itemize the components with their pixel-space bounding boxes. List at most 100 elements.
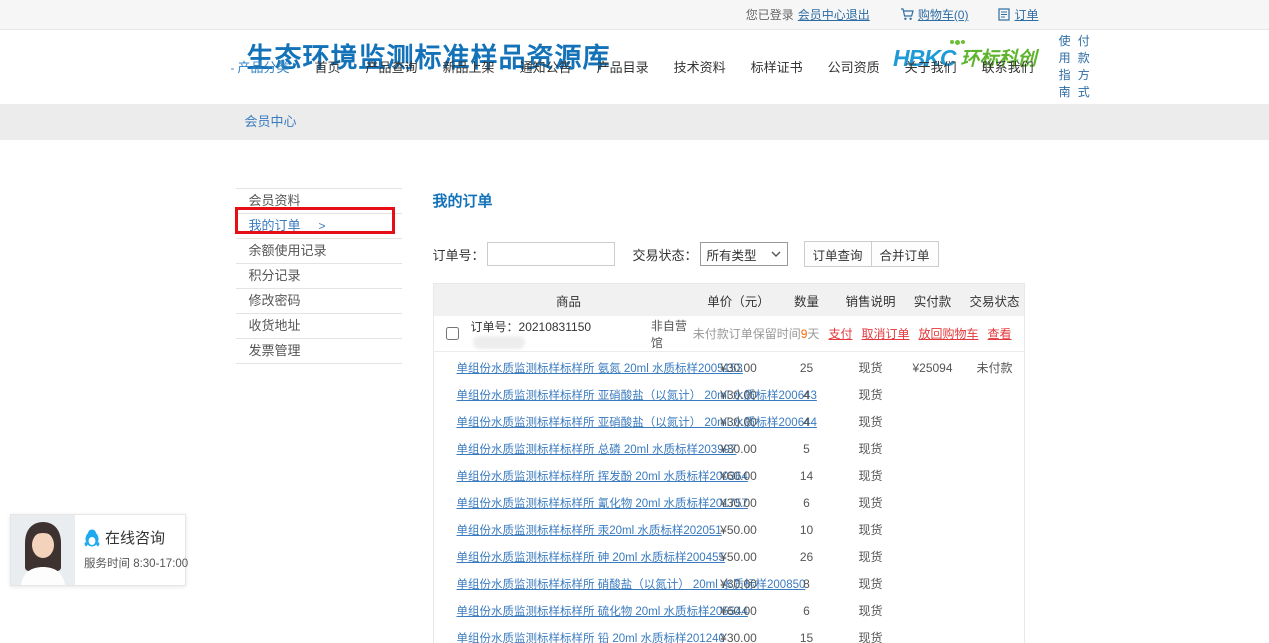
cart-group[interactable]: 购物车(0) bbox=[900, 6, 969, 23]
nav-right-link-1[interactable]: 使用指南 bbox=[1059, 32, 1071, 100]
order-action-4[interactable]: 查看 bbox=[987, 325, 1011, 342]
qty-cell: 6 bbox=[774, 604, 840, 618]
qty-cell: 4 bbox=[774, 388, 840, 402]
online-chat-widget[interactable]: 在线咨询 服务时间 8:30-17:00 bbox=[10, 514, 186, 586]
product-cell: 单组份水质监测标样标样所 硝酸盐（以氮计） 20ml 水质标样200850 bbox=[434, 576, 704, 592]
product-link[interactable]: 单组份水质监测标样标样所 砷 20ml 水质标样200455 bbox=[457, 552, 725, 564]
order-list-icon bbox=[998, 8, 1010, 21]
product-cell: 单组份水质监测标样标样所 亚硝酸盐（以氮计） 20ml 水质标样200644 bbox=[434, 414, 704, 430]
nav-bullet: - bbox=[231, 61, 235, 75]
nav-item-4[interactable]: 新品上架 bbox=[443, 57, 495, 76]
nav-item-7[interactable]: 技术资料 bbox=[674, 57, 726, 76]
sales-note-cell: 现货 bbox=[840, 386, 902, 403]
status-select[interactable]: 所有类型 bbox=[700, 242, 788, 266]
main-nav: -产品分类 首页 产品查询 新品上架 通知公告 产品目录 技术资料 标样证书 公司资质 关于我们 联… bbox=[231, 32, 1039, 100]
status-cell: 未付款 bbox=[964, 359, 1026, 376]
cart-icon bbox=[900, 8, 914, 21]
status-label: 交易状态： bbox=[633, 245, 698, 264]
order-action-1[interactable]: 支付 bbox=[828, 325, 852, 342]
order-no-label: 订单号： bbox=[433, 245, 485, 264]
product-link[interactable]: 单组份水质监测标样标样所 汞20ml 水质标样202051 bbox=[457, 525, 722, 537]
product-cell: 单组份水质监测标样标样所 汞20ml 水质标样202051 bbox=[434, 522, 704, 538]
order-filter-bar: 订单号： 交易状态： 所有类型 订单查询 合并订单 bbox=[433, 241, 1025, 267]
nav-item-9[interactable]: 公司资质 bbox=[828, 57, 880, 76]
keep-note: 未付款订单保留时间9天 bbox=[693, 325, 820, 342]
order-select-checkbox[interactable] bbox=[446, 327, 459, 340]
sales-note-cell: 现货 bbox=[840, 548, 902, 565]
content-area: 会员资料我的订单>余额使用记录积分记录修改密码收货地址发票管理 我的订单 订单号… bbox=[0, 140, 1269, 643]
nav-item-11[interactable]: 联系我们 bbox=[982, 57, 1034, 76]
nav-right-link-2[interactable]: 付款方式 bbox=[1078, 32, 1090, 100]
nav-item-5[interactable]: 通知公告 bbox=[520, 57, 572, 76]
chat-title[interactable]: 在线咨询 bbox=[105, 527, 165, 548]
order-no-input[interactable] bbox=[487, 242, 615, 266]
top-utility-bar: 您已登录 会员中心退出 购物车(0) 订单 bbox=[0, 0, 1269, 30]
price-cell: ¥30.00 bbox=[704, 415, 774, 429]
table-header-col-5: 实付款 bbox=[902, 291, 964, 310]
order-items: 单组份水质监测标样标样所 氨氮 20ml 水质标样2005153¥30.0025… bbox=[434, 352, 1024, 643]
nav-item-3[interactable]: 产品查询 bbox=[366, 57, 418, 76]
table-header-col-3: 数量 bbox=[774, 291, 840, 310]
nav-right-links: 使用指南付款方式 bbox=[1059, 32, 1090, 100]
status-select-value: 所有类型 bbox=[707, 245, 757, 264]
nav-item-10[interactable]: 关于我们 bbox=[905, 57, 957, 76]
sales-note-cell: 现货 bbox=[840, 467, 902, 484]
orders-panel: 我的订单 订单号： 交易状态： 所有类型 订单查询 合并订单 商品单价（元）数量… bbox=[433, 190, 1025, 643]
member-center-logout-link[interactable]: 会员中心退出 bbox=[798, 6, 870, 23]
table-header-col-1: 商品 bbox=[434, 291, 704, 310]
order-action-3[interactable]: 放回购物车 bbox=[918, 325, 978, 342]
login-status-group: 您已登录 会员中心退出 bbox=[746, 6, 870, 23]
nav-item-6[interactable]: 产品目录 bbox=[597, 57, 649, 76]
nav-item-2[interactable]: 首页 bbox=[315, 57, 341, 76]
order-actions: 未付款订单保留时间9天 支付取消订单放回购物车查看 bbox=[693, 325, 1012, 342]
product-cell: 单组份水质监测标样标样所 总磷 20ml 水质标样203997 bbox=[434, 441, 704, 457]
cart-link[interactable]: 购物车(0) bbox=[918, 6, 969, 23]
sidebar-item-arrow: > bbox=[319, 219, 326, 233]
main-nav-items: -产品分类 首页 产品查询 新品上架 通知公告 产品目录 技术资料 标样证书 公司资质 关于我们 联… bbox=[231, 57, 1059, 76]
product-link[interactable]: 单组份水质监测标样标样所 总磷 20ml 水质标样203997 bbox=[457, 444, 737, 456]
sidebar-item-5[interactable]: 修改密码 bbox=[236, 289, 402, 314]
qty-cell: 6 bbox=[774, 496, 840, 510]
store-tag: 非自营馆 bbox=[651, 317, 693, 351]
table-header-col-6: 交易状态 bbox=[964, 291, 1026, 310]
paid-cell: ¥25094 bbox=[902, 361, 964, 375]
orders-table-header: 商品单价（元）数量销售说明实付款交易状态 bbox=[434, 284, 1024, 316]
sales-note-cell: 现货 bbox=[840, 494, 902, 511]
table-row: 单组份水质监测标样标样所 铅 20ml 水质标样201240¥30.0015现货 bbox=[434, 624, 1024, 643]
login-status-text: 您已登录 bbox=[746, 6, 794, 23]
orders-link[interactable]: 订单 bbox=[1014, 6, 1038, 23]
chat-hours: 服务时间 8:30-17:00 bbox=[84, 555, 188, 571]
chat-info: 在线咨询 服务时间 8:30-17:00 bbox=[75, 515, 188, 585]
sales-note-cell: 现货 bbox=[840, 440, 902, 457]
qty-cell: 15 bbox=[774, 631, 840, 643]
product-cell: 单组份水质监测标样标样所 氰化物 20ml 水质标样201757 bbox=[434, 495, 704, 511]
sales-note-cell: 现货 bbox=[840, 521, 902, 538]
sidebar-item-3[interactable]: 余额使用记录 bbox=[236, 239, 402, 264]
breadcrumb-bar: 会员中心 bbox=[0, 104, 1269, 140]
qty-cell: 10 bbox=[774, 523, 840, 537]
orders-group[interactable]: 订单 bbox=[998, 6, 1038, 23]
sales-note-cell: 现货 bbox=[840, 359, 902, 376]
table-row: 单组份水质监测标样标样所 总磷 20ml 水质标样203997¥30.005现货 bbox=[434, 435, 1024, 462]
sidebar-item-4[interactable]: 积分记录 bbox=[236, 264, 402, 289]
nav-item-8[interactable]: 标样证书 bbox=[751, 57, 803, 76]
qty-cell: 4 bbox=[774, 415, 840, 429]
sidebar-item-2[interactable]: 我的订单> bbox=[236, 214, 402, 239]
page-title: 我的订单 bbox=[433, 190, 1025, 211]
product-link[interactable]: 单组份水质监测标样标样所 铅 20ml 水质标样201240 bbox=[457, 633, 725, 643]
qq-icon bbox=[84, 529, 100, 547]
product-cell: 单组份水质监测标样标样所 挥发酚 20ml 水质标样200364 bbox=[434, 468, 704, 484]
nav-item-1[interactable]: -产品分类 bbox=[231, 57, 290, 76]
sidebar-item-6[interactable]: 收货地址 bbox=[236, 314, 402, 339]
sales-note-cell: 现货 bbox=[840, 602, 902, 619]
qty-cell: 8 bbox=[774, 577, 840, 591]
agent-avatar bbox=[11, 515, 75, 585]
order-search-button[interactable]: 订单查询 bbox=[804, 241, 872, 267]
breadcrumb[interactable]: 会员中心 bbox=[231, 104, 1039, 140]
price-cell: ¥60.00 bbox=[704, 604, 774, 618]
merge-orders-button[interactable]: 合并订单 bbox=[871, 241, 939, 267]
sidebar-item-7[interactable]: 发票管理 bbox=[236, 339, 402, 364]
order-action-2[interactable]: 取消订单 bbox=[861, 325, 909, 342]
product-link[interactable]: 单组份水质监测标样标样所 氨氮 20ml 水质标样2005153 bbox=[457, 363, 743, 375]
sidebar-item-1[interactable]: 会员资料 bbox=[236, 189, 402, 214]
